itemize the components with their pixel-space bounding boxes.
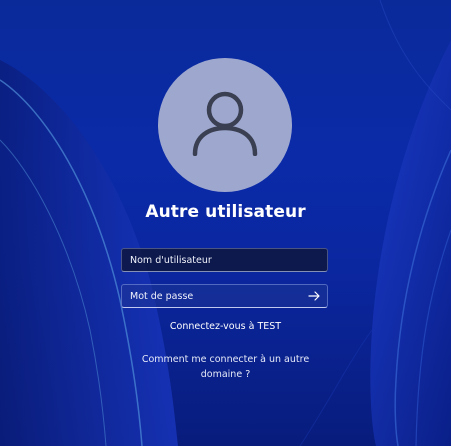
arrow-right-icon[interactable]: [306, 288, 322, 304]
sign-in-domain-label: Connectez-vous à TEST: [169, 321, 282, 332]
other-domain-link[interactable]: Comment me connecter à un autre domaine …: [130, 352, 321, 382]
user-avatar: [158, 58, 292, 192]
username-input[interactable]: [121, 248, 328, 272]
password-input[interactable]: [121, 284, 328, 308]
user-silhouette-icon: [192, 91, 258, 156]
lock-screen: Autre utilisateur Connectez-vous à TEST …: [0, 0, 451, 446]
user-name-heading: Autre utilisateur: [145, 202, 306, 222]
